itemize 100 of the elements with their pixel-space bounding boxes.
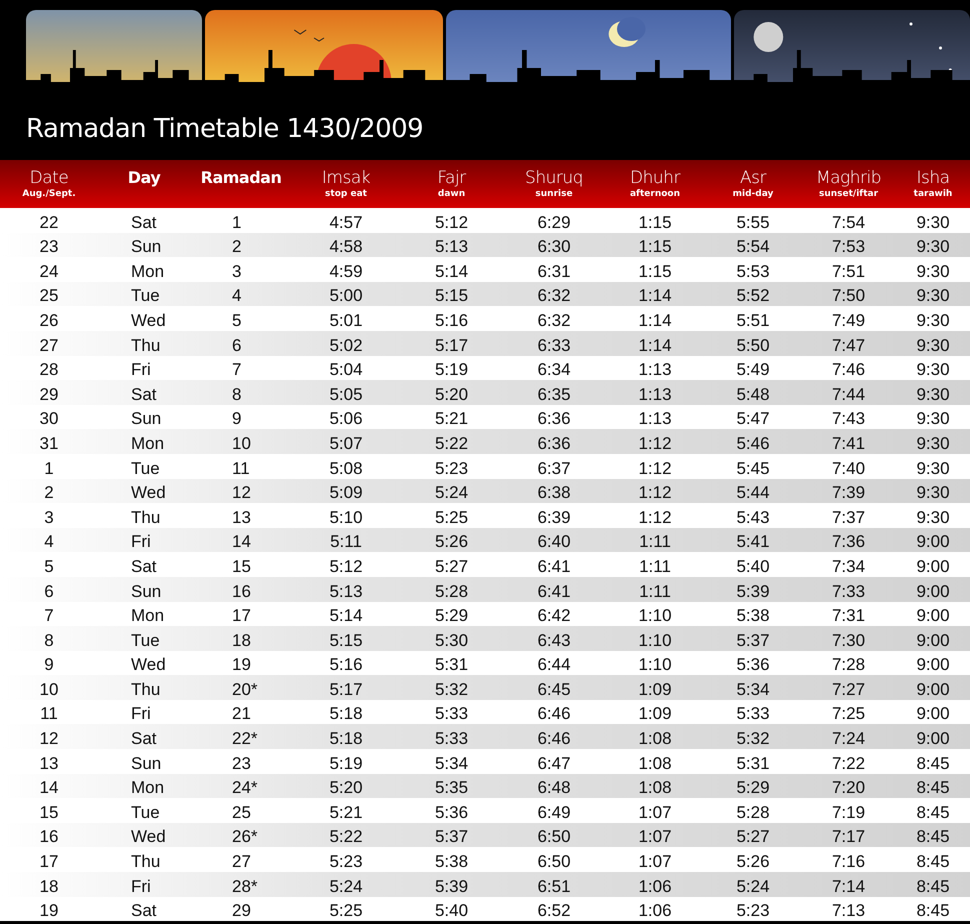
- table-cell-text: 9:00: [915, 582, 951, 602]
- table-cell-text: 9:30: [915, 508, 951, 528]
- table-cell-text: 14: [231, 532, 252, 552]
- table-cell-text: 1:11: [638, 556, 672, 577]
- table-cell-text: 5:13: [328, 582, 364, 602]
- table-cell-text: 5:17: [328, 680, 364, 700]
- table-cell-text: 7:31: [830, 606, 866, 626]
- table-cell-text: 6:52: [536, 901, 572, 922]
- column-header: Date: [30, 168, 68, 188]
- table-cell-text: 5:21: [328, 802, 364, 823]
- table-cell-text: 25: [38, 286, 60, 306]
- table-cell-text: 6:37: [536, 458, 572, 479]
- table-cell-text: 7:27: [830, 680, 866, 700]
- table-cell-text: 1:11: [638, 532, 672, 552]
- table-cell-text: 8: [231, 384, 242, 405]
- table-cell-text: 5:31: [434, 655, 470, 676]
- table-cell-text: 6:50: [536, 827, 572, 848]
- table-cell-text: 16: [231, 582, 252, 602]
- table-cell-text: 4:57: [328, 212, 364, 233]
- table-cell-text: 3: [231, 262, 242, 282]
- table-cell-text: 5:28: [735, 802, 771, 823]
- table-cell-text: 5:23: [328, 852, 364, 872]
- table-cell-text: Sat: [130, 384, 158, 405]
- table-cell-text: 7:25: [830, 704, 866, 724]
- table-cell-text: 9:30: [915, 434, 951, 454]
- table-cell-text: 5:23: [735, 901, 771, 922]
- table-cell-text: 5:10: [328, 508, 364, 528]
- table-cell-text: 9:30: [915, 212, 951, 233]
- column-header: Day: [128, 168, 160, 188]
- table-cell-text: 9:00: [915, 556, 951, 577]
- table-cell-text: 1:15: [637, 212, 673, 233]
- table-cell-text: 9:00: [915, 729, 951, 750]
- table-cell-text: 7:13: [830, 901, 866, 922]
- table-cell-text: 5:35: [434, 778, 470, 798]
- table-cell-text: 9:30: [915, 286, 951, 306]
- table-cell-text: 5:16: [434, 310, 470, 331]
- table-cell-text: Thu: [130, 508, 162, 528]
- table-cell-text: 1:07: [637, 852, 673, 872]
- table-cell-text: 27: [38, 336, 60, 356]
- table-cell-text: 9:00: [915, 532, 951, 552]
- table-cell-text: 5:26: [434, 532, 470, 552]
- table-cell-text: 5:02: [328, 336, 364, 356]
- table-cell-text: 1: [231, 212, 242, 233]
- table-cell-text: 24: [38, 262, 60, 282]
- table-cell-text: 7: [43, 606, 55, 626]
- table-cell-text: Sun: [130, 582, 162, 602]
- table-cell-text: 6:42: [536, 606, 572, 626]
- table-cell-text: 3: [43, 508, 55, 528]
- table-cell-text: 10: [231, 434, 252, 454]
- table-cell-text: 5:55: [735, 212, 771, 233]
- table-cell-text: 12: [38, 729, 60, 750]
- table-cell-text: 1:08: [637, 754, 673, 774]
- table-cell-text: Thu: [130, 852, 162, 872]
- table-cell-text: 9:30: [915, 409, 951, 430]
- table-cell-text: 5:18: [328, 729, 364, 750]
- table-cell-text: 8:45: [915, 754, 951, 774]
- table-cell-text: 28*: [231, 876, 259, 897]
- table-cell-text: 6:47: [536, 754, 572, 774]
- table-cell-text: 7:19: [830, 802, 866, 823]
- table-cell-text: 9:30: [915, 483, 951, 504]
- table-cell-text: Wed: [130, 483, 167, 504]
- table-cell-text: 5:49: [735, 360, 771, 380]
- table-cell-text: 6:41: [536, 582, 572, 602]
- table-cell-text: 5:36: [434, 802, 470, 823]
- table-cell-text: 5:25: [434, 508, 470, 528]
- table-cell-text: 1:12: [637, 458, 673, 479]
- table-cell-text: 22: [38, 212, 60, 233]
- table-cell-text: 14: [38, 778, 60, 798]
- table-cell-text: 9:00: [915, 630, 951, 651]
- table-cell-text: 1:13: [637, 409, 673, 430]
- table-cell-text: 9:30: [915, 360, 951, 380]
- table-cell-text: 9:30: [915, 262, 951, 282]
- table-cell-text: 5:38: [434, 852, 470, 872]
- table-cell-text: 1:14: [637, 286, 673, 306]
- table-cell-text: 1:08: [637, 729, 673, 750]
- table-cell-text: 1:11: [638, 582, 672, 602]
- column-header: Isha: [916, 168, 950, 188]
- table-cell-text: 17: [38, 852, 60, 872]
- table-cell-text: 27: [231, 852, 252, 872]
- table-cell-text: 5:12: [434, 212, 470, 233]
- table-cell-text: Tue: [130, 458, 161, 479]
- table-cell-text: 7:16: [830, 852, 866, 872]
- table-cell-text: 23: [38, 237, 60, 258]
- table-cell-text: 25: [231, 802, 252, 823]
- table-cell-text: 4:59: [328, 262, 364, 282]
- table-cell-text: 5:45: [735, 458, 771, 479]
- table-cell-text: 7:49: [830, 310, 866, 331]
- table-cell-text: 7:36: [830, 532, 866, 552]
- table-cell-text: 7:30: [830, 630, 866, 651]
- table-cell-text: 9:30: [915, 237, 951, 258]
- table-cell-text: 19: [38, 901, 60, 922]
- table-cell-text: 10: [38, 680, 60, 700]
- table-cell-text: 5:00: [328, 286, 364, 306]
- table-cell-text: Sun: [130, 754, 162, 774]
- table-cell-text: 5:44: [735, 483, 771, 504]
- table-cell-text: 5:14: [434, 262, 470, 282]
- table-cell-text: 6:50: [536, 852, 572, 872]
- table-cell-text: 9:00: [915, 704, 951, 724]
- table-cell-text: 5:06: [328, 409, 364, 430]
- table-cell-text: 8:45: [915, 901, 951, 922]
